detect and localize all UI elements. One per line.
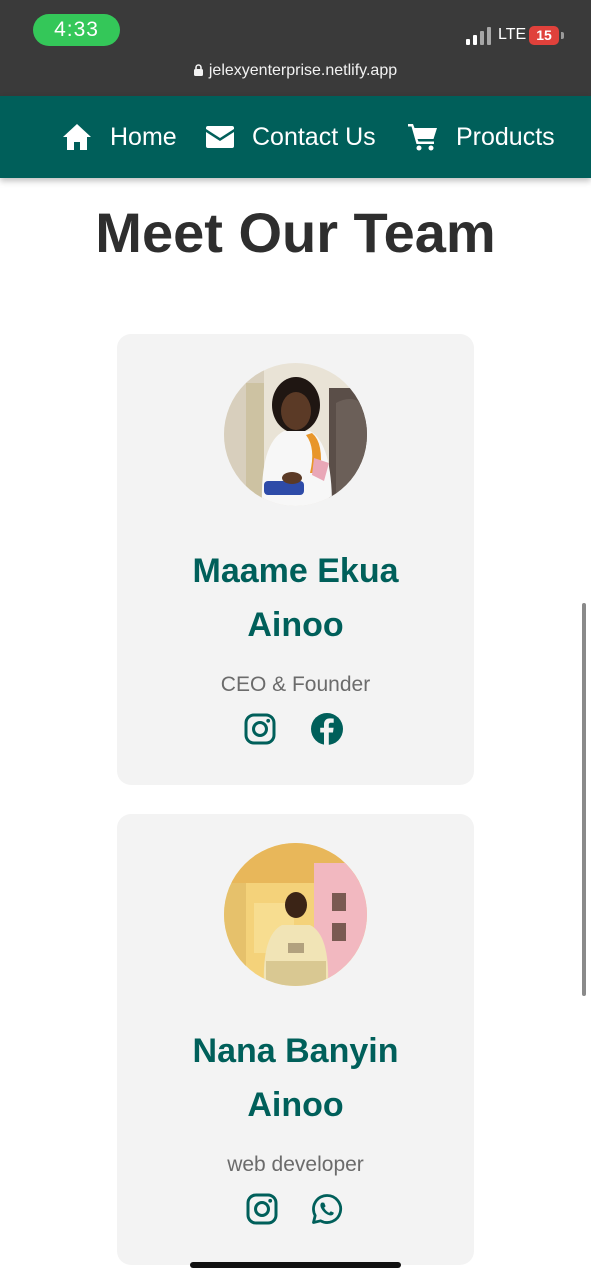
member-name: Ainoo: [247, 1086, 344, 1124]
team-card: Maame Ekua Ainoo CEO & Founder: [117, 334, 474, 785]
signal-icon: [466, 27, 492, 45]
nav-products[interactable]: Products: [408, 96, 555, 178]
nav-home[interactable]: Home: [62, 96, 177, 178]
address-bar[interactable]: jelexyenterprise.netlify.app: [0, 62, 591, 80]
team-card: Nana Banyin Ainoo web developer: [117, 814, 474, 1265]
avatar: [224, 363, 367, 506]
home-indicator[interactable]: [190, 1262, 401, 1268]
home-icon: [63, 124, 91, 150]
battery-level: 15: [536, 27, 552, 43]
facebook-link[interactable]: [309, 711, 345, 747]
member-role: CEO & Founder: [220, 673, 371, 696]
member-name: Ainoo: [247, 606, 344, 644]
whatsapp-icon: [312, 1194, 343, 1224]
instagram-icon: [244, 713, 276, 745]
battery-tip: [561, 32, 564, 39]
network-label: LTE: [498, 26, 527, 43]
member-name: Nana Banyin: [192, 1032, 399, 1070]
url-text: jelexyenterprise.netlify.app: [208, 62, 398, 79]
status-time: 4:33: [33, 14, 120, 46]
nav-contact[interactable]: Contact Us: [206, 96, 376, 178]
nav-home-label: Home: [110, 122, 177, 151]
member-role: web developer: [227, 1153, 364, 1176]
nav-products-label: Products: [456, 122, 555, 151]
battery-icon: 15: [529, 26, 559, 45]
instagram-link[interactable]: [244, 1191, 280, 1227]
whatsapp-link[interactable]: [309, 1191, 345, 1227]
status-bar: 4:33 LTE 15 jelexyenterprise.netlify.app: [0, 0, 591, 96]
navbar: Home Contact Us Products: [0, 96, 591, 178]
cart-icon: [408, 124, 437, 151]
instagram-link[interactable]: [242, 711, 278, 747]
facebook-icon: [311, 713, 343, 745]
avatar: [224, 843, 367, 986]
instagram-icon: [246, 1193, 278, 1225]
lock-icon: [193, 64, 203, 76]
scrollbar[interactable]: [582, 603, 586, 996]
envelope-icon: [206, 126, 234, 148]
page-title: Meet Our Team: [95, 201, 496, 264]
nav-contact-label: Contact Us: [252, 122, 376, 151]
member-name: Maame Ekua: [192, 552, 399, 590]
